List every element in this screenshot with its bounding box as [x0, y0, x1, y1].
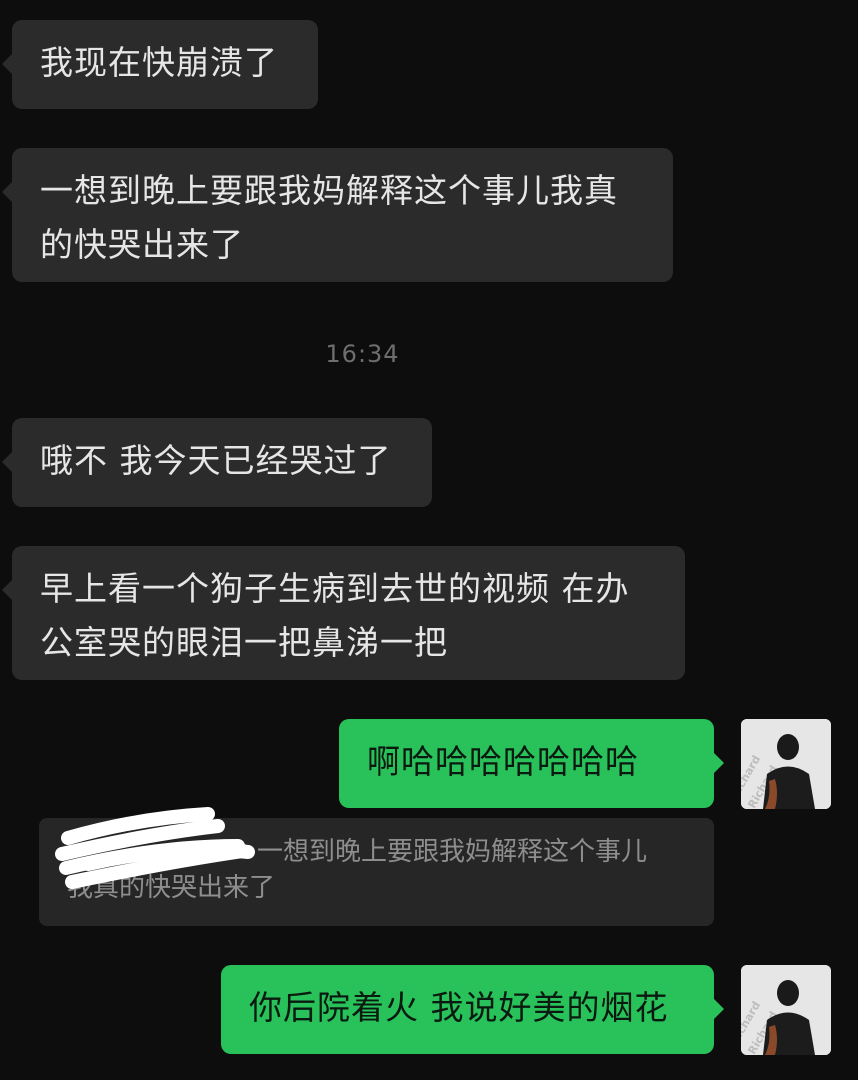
message-text: 你后院着火 我说好美的烟花 [249, 988, 669, 1027]
message-bubble-incoming[interactable]: 哦不 我今天已经哭过了 [2, 418, 432, 507]
message-bubble-incoming[interactable]: 我现在快崩溃了 [2, 20, 318, 109]
redaction-scribble [55, 807, 255, 889]
message-text: 早上看一个狗子生病到去世的视频 在办 [40, 569, 630, 608]
message-bubble-incoming[interactable]: 早上看一个狗子生病到去世的视频 在办 公室哭的眼泪一把鼻涕一把 [2, 546, 685, 680]
chat-view: 我现在快崩溃了 一想到晚上要跟我妈解释这个事儿我真 的快哭出来了 16:34 哦… [0, 0, 858, 1080]
user-avatar[interactable]: Richard Richard Richard Richard [741, 719, 831, 809]
user-avatar[interactable]: Richard Richard Richard Richard [741, 965, 831, 1055]
message-text: 啊哈哈哈哈哈哈哈 [367, 742, 639, 781]
message-bubble-outgoing[interactable]: 啊哈哈哈哈哈哈哈 [339, 719, 724, 808]
message-bubble-outgoing[interactable]: 你后院着火 我说好美的烟花 [221, 965, 724, 1054]
message-timestamp: 16:34 [325, 340, 400, 368]
avatar-image: Richard Richard Richard Richard [741, 719, 831, 809]
message-bubble-incoming[interactable]: 一想到晚上要跟我妈解释这个事儿我真 的快哭出来了 [2, 148, 673, 282]
message-text: 一想到晚上要跟我妈解释这个事儿我真 [40, 171, 618, 210]
message-text: 的快哭出来了 [40, 225, 244, 264]
message-text: 公室哭的眼泪一把鼻涕一把 [40, 623, 448, 662]
avatar-image: Richard Richard Richard Richard [741, 965, 831, 1055]
quoted-text: 一想到晚上要跟我妈解释这个事儿 [257, 837, 648, 867]
message-text: 哦不 我今天已经哭过了 [40, 441, 392, 480]
message-text: 我现在快崩溃了 [40, 43, 278, 82]
